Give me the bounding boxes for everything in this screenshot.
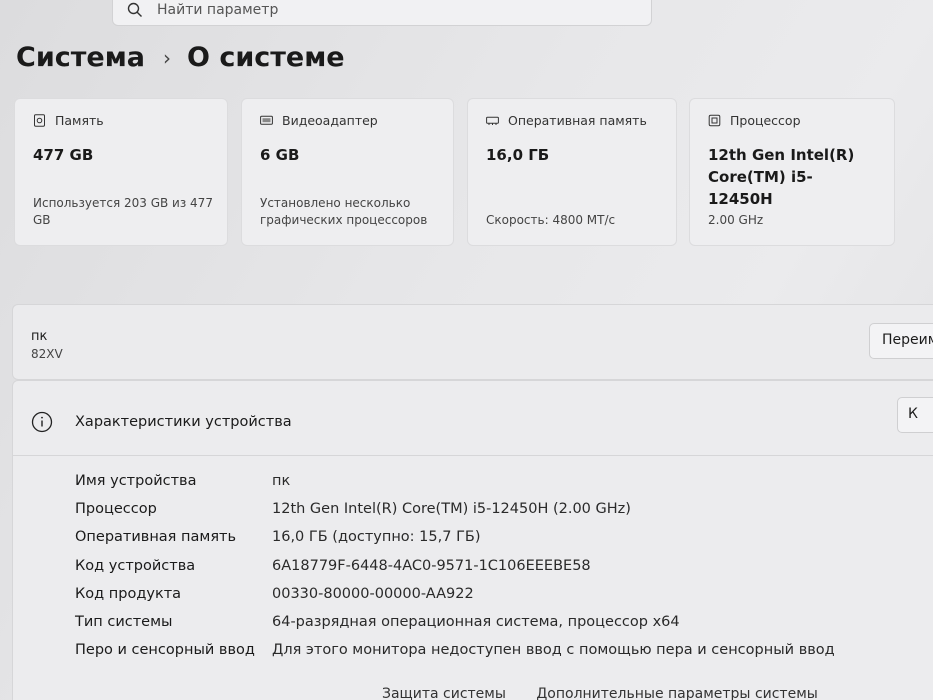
divider	[13, 455, 933, 456]
spec-value: 00330-80000-00000-AA922	[272, 585, 474, 602]
card-value: 16,0 ГБ	[486, 146, 550, 164]
chevron-right-icon: ›	[163, 45, 171, 70]
spec-row: Код продукта 00330-80000-00000-AA922	[75, 580, 835, 608]
card-value: 477 GB	[33, 146, 94, 164]
spec-key: Код устройства	[75, 557, 196, 574]
card-subtext: Используется 203 GB из 477 GB	[33, 196, 213, 227]
spec-card-storage[interactable]: Память 477 GB Используется 203 GB из 477…	[14, 98, 228, 246]
card-label: Процессор	[730, 113, 801, 128]
ram-icon	[486, 116, 499, 125]
spec-card-display-adapter[interactable]: Видеоадаптер 6 GB Установлено несколько …	[241, 98, 454, 246]
related-links: Защита системы Дополнительные параметры …	[382, 686, 844, 700]
spec-value: 64-разрядная операционная система, проце…	[272, 614, 680, 631]
copy-button[interactable]: К	[897, 397, 933, 433]
spec-row: Перо и сенсорный ввод Для этого монитора…	[75, 636, 835, 664]
device-name: пк	[31, 329, 48, 344]
card-subtext: Скорость: 4800 МТ/с	[486, 213, 616, 227]
spec-row: Код устройства 6A18779F-6448-4AC0-9571-1…	[75, 552, 835, 580]
spec-key: Процессор	[75, 501, 157, 518]
search-icon	[127, 2, 142, 17]
info-icon	[31, 411, 53, 433]
card-label: Память	[55, 113, 104, 128]
spec-value: 6A18779F-6448-4AC0-9571-1C106EEEBE58	[272, 557, 591, 574]
spec-row: Оперативная память 16,0 ГБ (доступно: 15…	[75, 523, 835, 551]
rename-button[interactable]: Переим	[869, 323, 933, 359]
spec-value: пк	[272, 473, 291, 490]
breadcrumb: Система › О системе	[16, 42, 345, 73]
device-name-section: пк 82XV Переим	[12, 304, 933, 380]
card-value: 12th Gen Intel(R) Core(TM) i5-12450H	[708, 146, 855, 208]
storage-icon	[34, 114, 45, 127]
spec-key: Тип системы	[75, 614, 173, 631]
advanced-system-settings-link[interactable]: Дополнительные параметры системы	[536, 686, 817, 700]
breadcrumb-parent[interactable]: Система	[16, 42, 145, 73]
spec-value: 12th Gen Intel(R) Core(TM) i5-12450H (2.…	[272, 501, 631, 518]
device-specifications-section: Характеристики устройства К Имя устройст…	[12, 380, 933, 700]
spec-value: Для этого монитора недоступен ввод с пом…	[272, 642, 835, 659]
spec-key: Имя устройства	[75, 473, 197, 490]
card-label: Оперативная память	[508, 113, 647, 128]
spec-card-ram[interactable]: Оперативная память 16,0 ГБ Скорость: 480…	[467, 98, 677, 246]
display-adapter-icon	[260, 115, 273, 125]
spec-key: Перо и сенсорный ввод	[75, 642, 255, 659]
search-box[interactable]: Найти параметр	[112, 0, 652, 26]
specs-header[interactable]: Характеристики устройства	[31, 411, 292, 433]
spec-row: Процессор 12th Gen Intel(R) Core(TM) i5-…	[75, 495, 835, 523]
spec-row: Тип системы 64-разрядная операционная си…	[75, 608, 835, 636]
card-value: 6 GB	[260, 146, 300, 164]
device-model: 82XV	[31, 347, 63, 361]
spec-value: 16,0 ГБ (доступно: 15,7 ГБ)	[272, 529, 481, 546]
page-title: О системе	[187, 42, 345, 73]
card-label: Видеоадаптер	[282, 113, 378, 128]
spec-row: Имя устройства пк	[75, 467, 835, 495]
search-placeholder: Найти параметр	[157, 2, 279, 18]
card-subtext: 2.00 GHz	[708, 213, 764, 227]
processor-icon	[708, 114, 721, 127]
system-protection-link[interactable]: Защита системы	[382, 686, 506, 700]
spec-key: Оперативная память	[75, 529, 237, 546]
specs-table: Имя устройства пк Процессор 12th Gen Int…	[75, 467, 835, 664]
settings-window: Найти параметр Система › О системе Памят…	[0, 0, 933, 700]
spec-key: Код продукта	[75, 585, 182, 602]
card-subtext: Установлено несколько графических процес…	[260, 196, 428, 227]
specs-title: Характеристики устройства	[75, 414, 292, 430]
spec-card-processor[interactable]: Процессор 12th Gen Intel(R) Core(TM) i5-…	[689, 98, 895, 246]
